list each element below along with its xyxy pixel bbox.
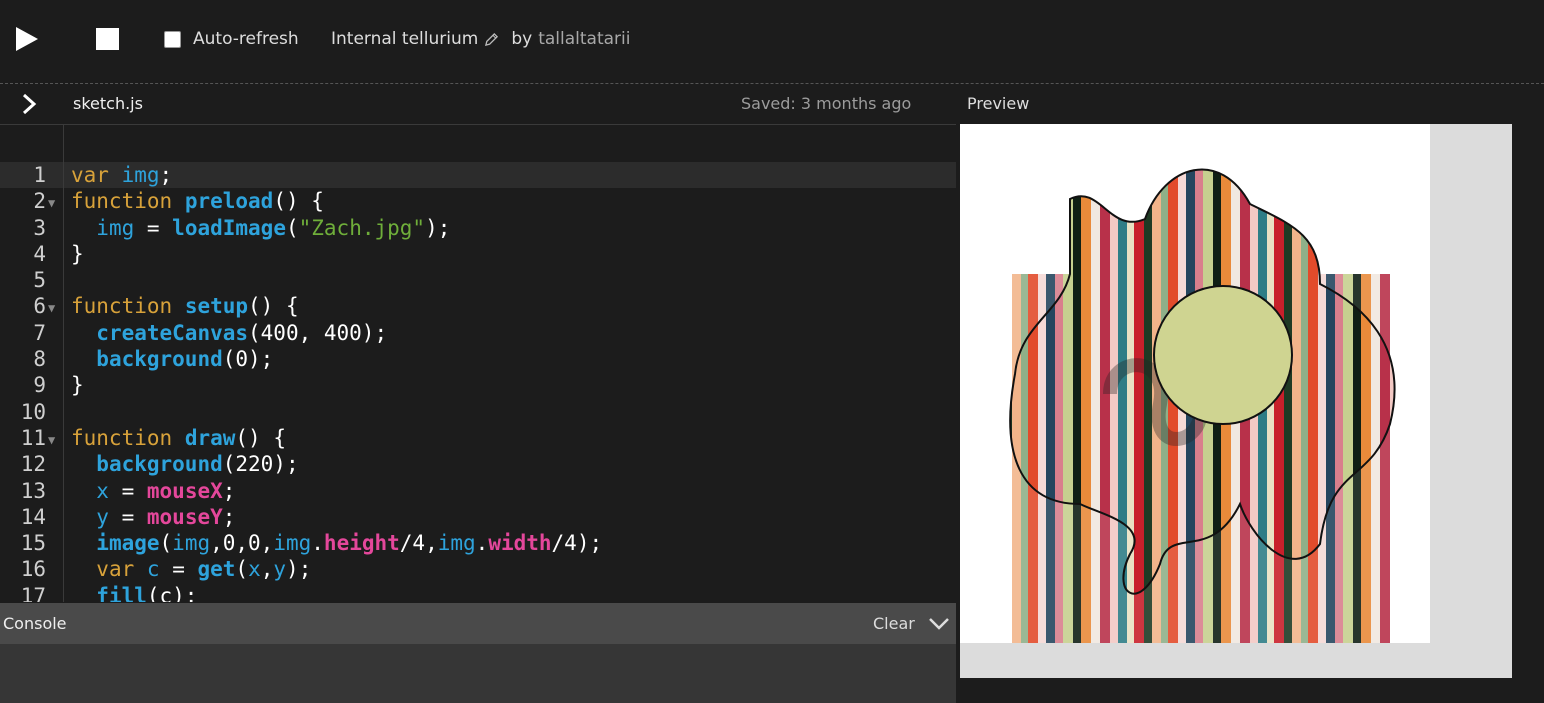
project-info: Internal tellurium by tallaltatarii [331, 29, 630, 49]
console-header: Console Clear [0, 603, 956, 644]
line-number: 16 [20, 557, 46, 582]
preview-frame [960, 124, 1512, 678]
line-number: 3 [33, 215, 46, 240]
preview-heading: Preview [967, 94, 1030, 113]
auto-refresh: Auto-refresh [164, 29, 299, 49]
line-number: 13 [20, 478, 46, 503]
play-icon[interactable] [14, 26, 40, 52]
line-number: 1 [33, 163, 46, 187]
line-number: 4 [33, 241, 46, 266]
fold-arrow-icon[interactable]: ▼ [48, 295, 55, 321]
gutter-divider [63, 125, 64, 602]
sketch-output-image [1009, 168, 1396, 643]
auto-refresh-checkbox[interactable] [164, 30, 181, 48]
clear-console-button[interactable]: Clear [873, 614, 915, 633]
pencil-icon[interactable] [484, 32, 499, 47]
line-number: 17 [20, 583, 46, 602]
chevron-down-icon[interactable] [928, 617, 950, 631]
line-number: 12 [20, 452, 46, 477]
line-number: 10 [20, 399, 46, 424]
saved-status: Saved: 3 months ago [741, 94, 912, 113]
line-number: 9 [33, 373, 46, 398]
line-number: 2 [33, 189, 46, 214]
auto-refresh-label: Auto-refresh [193, 29, 299, 49]
fold-arrow-icon[interactable]: ▼ [48, 427, 55, 453]
project-name[interactable]: Internal tellurium [331, 29, 478, 49]
line-number: 15 [20, 531, 46, 556]
line-number: 5 [33, 268, 46, 293]
line-number: 8 [33, 347, 46, 372]
owner-link[interactable]: tallaltatarii [538, 29, 630, 49]
console-title: Console [3, 614, 67, 633]
chevron-right-icon[interactable] [18, 92, 40, 116]
code-editor[interactable]: 1 var img; 2 ▼ function preload() { 3 img =… [0, 124, 956, 602]
fold-arrow-icon[interactable]: ▼ [48, 190, 55, 216]
file-tab-sketch[interactable]: sketch.js [73, 94, 143, 113]
by-label: by [511, 29, 533, 49]
console-output [0, 644, 956, 703]
sketch-canvas[interactable] [960, 124, 1430, 643]
stop-icon[interactable] [96, 28, 119, 50]
line-number: 7 [33, 320, 46, 345]
line-number: 14 [20, 504, 46, 529]
toolbar: Auto-refresh Internal tellurium by talla… [0, 0, 1544, 84]
line-number: 6 [33, 294, 46, 319]
line-number: 11 [20, 425, 46, 450]
